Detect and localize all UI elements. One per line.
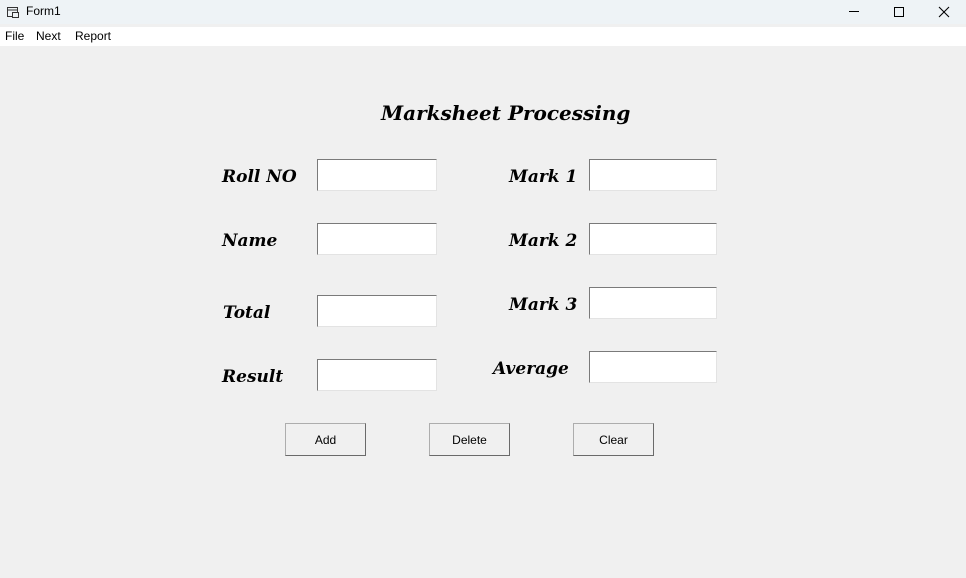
delete-button[interactable]: Delete [429, 423, 510, 456]
result-input[interactable] [317, 359, 437, 391]
menu-report[interactable]: Report [75, 29, 111, 43]
menu-file[interactable]: File [5, 29, 24, 43]
maximize-button[interactable] [876, 0, 922, 24]
mark1-label: Mark 1 [509, 167, 578, 187]
clear-button[interactable]: Clear [573, 423, 654, 456]
minimize-button[interactable] [831, 0, 877, 24]
roll-no-label: Roll NO [222, 167, 297, 187]
mark1-input[interactable] [589, 159, 717, 191]
close-button[interactable] [921, 0, 966, 24]
menu-bar: File Next Report [0, 27, 966, 46]
mark3-input[interactable] [589, 287, 717, 319]
maximize-icon [894, 7, 904, 17]
total-label: Total [223, 303, 271, 323]
close-icon [938, 6, 950, 18]
title-bar: Form1 [0, 0, 966, 24]
mark2-input[interactable] [589, 223, 717, 255]
roll-no-input[interactable] [317, 159, 437, 191]
window-title: Form1 [26, 4, 61, 18]
mark3-label: Mark 3 [509, 295, 578, 315]
menu-next[interactable]: Next [36, 29, 61, 43]
name-label: Name [222, 231, 278, 251]
name-input[interactable] [317, 223, 437, 255]
average-label: Average [493, 359, 569, 379]
average-input[interactable] [589, 351, 717, 383]
form-icon [7, 7, 19, 18]
result-label: Result [222, 367, 284, 387]
add-button[interactable]: Add [285, 423, 366, 456]
mark2-label: Mark 2 [509, 231, 578, 251]
form-heading: Marksheet Processing [381, 101, 631, 125]
total-input[interactable] [317, 295, 437, 327]
minimize-icon [849, 11, 859, 12]
